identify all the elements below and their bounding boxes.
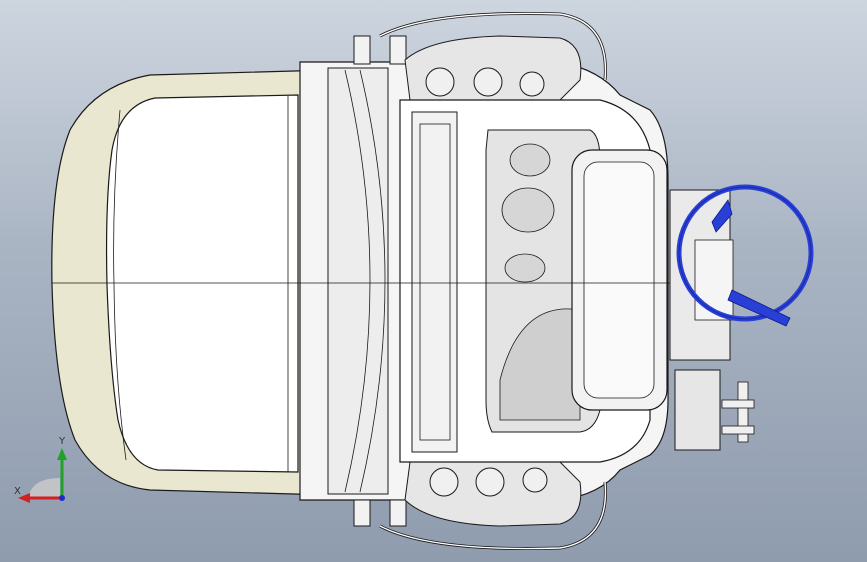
- x-axis-label: X: [14, 486, 21, 497]
- exhaust-pipes: [721, 381, 755, 443]
- pedal-3[interactable]: [504, 253, 546, 283]
- pedal-1[interactable]: [509, 143, 551, 177]
- y-axis-label: Y: [59, 436, 66, 447]
- mount-top-right: [389, 35, 407, 65]
- hood-panel[interactable]: [105, 94, 299, 473]
- mount-bottom-left: [353, 499, 371, 527]
- exhaust-unit[interactable]: [674, 369, 721, 451]
- z-axis-marker: [59, 495, 65, 501]
- cad-viewport[interactable]: Y X: [0, 0, 867, 562]
- mount-top-left: [353, 35, 371, 65]
- pedal-2[interactable]: [501, 187, 555, 233]
- kart-model-top-view[interactable]: [0, 0, 867, 562]
- dash-panel[interactable]: [327, 67, 389, 495]
- mount-bottom-right: [389, 499, 407, 527]
- triad-plane: [28, 478, 60, 498]
- axis-triad: Y X: [14, 436, 74, 510]
